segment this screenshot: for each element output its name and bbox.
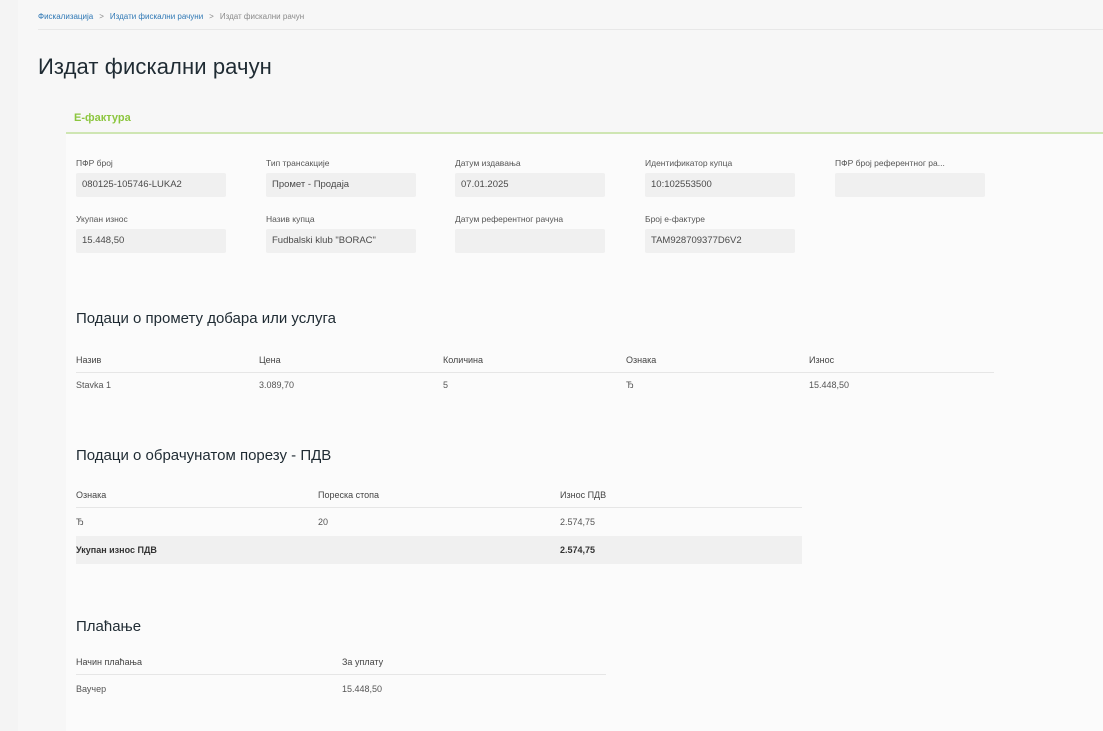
reference-date-value bbox=[455, 229, 605, 253]
issue-date-value: 07.01.2025 bbox=[455, 173, 605, 197]
payment-table: Начин плаћања За уплату Ваучер 15.448,50 bbox=[76, 650, 606, 703]
e-invoice-number-field: Број е-фактуре TAM928709377D6V2 bbox=[645, 213, 795, 253]
tab-e-invoice[interactable]: Е-фактура bbox=[74, 112, 131, 124]
total-amount-label: Укупан износ bbox=[76, 214, 128, 224]
table-header: Назив Цена Количина Ознака Износ bbox=[76, 348, 994, 373]
buyer-id-field: Идентификатор купца 10:102553500 bbox=[645, 157, 795, 197]
header-divider bbox=[38, 29, 1103, 30]
breadcrumb-issued-receipts[interactable]: Издати фискални рачуни bbox=[110, 12, 203, 21]
item-price: 3.089,70 bbox=[259, 380, 295, 390]
tax-total-label: Укупан износ ПДВ bbox=[76, 545, 157, 555]
pfr-number-label: ПФР број bbox=[76, 158, 113, 168]
item-amount: 15.448,50 bbox=[809, 380, 850, 390]
column-header: Износ ПДВ bbox=[560, 490, 607, 500]
issue-date-label: Датум издавања bbox=[455, 158, 521, 168]
breadcrumb-separator: > bbox=[99, 12, 104, 21]
total-amount-field: Укупан износ 15.448,50 bbox=[76, 213, 226, 253]
table-row: Ђ 20 2.574,75 bbox=[76, 508, 802, 536]
reference-pfr-label: ПФР број референтног ра... bbox=[835, 158, 945, 168]
column-header: Количина bbox=[443, 355, 484, 365]
payment-section-title: Плаћање bbox=[76, 618, 142, 635]
e-invoice-number-value: TAM928709377D6V2 bbox=[645, 229, 795, 253]
breadcrumb: Фискализација > Издати фискални рачуни > Изд… bbox=[38, 12, 304, 21]
issue-date-field: Датум издавања 07.01.2025 bbox=[455, 157, 605, 197]
buyer-name-value: Fudbalski klub "BORAC" bbox=[266, 229, 416, 253]
tax-total-row: Укупан износ ПДВ 2.574,75 bbox=[76, 536, 802, 564]
table-header: Начин плаћања За уплату bbox=[76, 650, 606, 675]
tax-table: Ознака Пореска стопа Износ ПДВ Ђ 20 2.57… bbox=[76, 483, 802, 564]
column-header: Пореска стопа bbox=[318, 490, 380, 500]
reference-pfr-value bbox=[835, 173, 985, 197]
column-header: Ознака bbox=[76, 490, 107, 500]
tax-section-title: Подаци о обрачунатом порезу - ПДВ bbox=[76, 447, 332, 464]
section-divider bbox=[66, 132, 1103, 134]
item-quantity: 5 bbox=[443, 380, 449, 390]
column-header: За уплату bbox=[342, 657, 384, 667]
reference-date-field: Датум референтног рачуна bbox=[455, 213, 605, 253]
column-header: Износ bbox=[809, 355, 835, 365]
transaction-type-label: Тип трансакције bbox=[266, 158, 330, 168]
item-name: Stavka 1 bbox=[76, 380, 112, 390]
column-header: Назив bbox=[76, 355, 102, 365]
pfr-number-field: ПФР број 080125-105746-LUKA2 bbox=[76, 157, 226, 197]
tax-amount: 2.574,75 bbox=[560, 517, 596, 527]
buyer-name-field: Назив купца Fudbalski klub "BORAC" bbox=[266, 213, 416, 253]
buyer-name-label: Назив купца bbox=[266, 214, 315, 224]
reference-date-label: Датум референтног рачуна bbox=[455, 214, 564, 224]
e-invoice-number-label: Број е-фактуре bbox=[645, 214, 705, 224]
item-tax-label: Ђ bbox=[626, 380, 634, 390]
tax-total-value: 2.574,75 bbox=[560, 545, 596, 555]
payment-amount: 15.448,50 bbox=[342, 684, 383, 694]
transaction-type-value: Промет - Продаја bbox=[266, 173, 416, 197]
pfr-number-value: 080125-105746-LUKA2 bbox=[76, 173, 226, 197]
reference-pfr-field: ПФР број референтног ра... bbox=[835, 157, 985, 197]
items-table: Назив Цена Количина Ознака Износ Stavka … bbox=[76, 348, 994, 397]
total-amount-value: 15.448,50 bbox=[76, 229, 226, 253]
table-row: Stavka 1 3.089,70 5 Ђ 15.448,50 bbox=[76, 373, 994, 397]
tax-rate: 20 bbox=[318, 517, 329, 527]
items-section-title: Подаци о промету добара или услуга bbox=[76, 310, 336, 327]
column-header: Ознака bbox=[626, 355, 657, 365]
buyer-id-value: 10:102553500 bbox=[645, 173, 795, 197]
transaction-type-field: Тип трансакције Промет - Продаја bbox=[266, 157, 416, 197]
breadcrumb-separator: > bbox=[209, 12, 214, 21]
payment-method: Ваучер bbox=[76, 684, 107, 694]
page-title: Издат фискални рачун bbox=[38, 54, 272, 79]
tax-label: Ђ bbox=[76, 517, 84, 527]
table-row: Ваучер 15.448,50 bbox=[76, 675, 606, 703]
breadcrumb-current: Издат фискални рачун bbox=[219, 12, 305, 21]
column-header: Начин плаћања bbox=[76, 657, 142, 667]
breadcrumb-fiscalization[interactable]: Фискализација bbox=[38, 12, 93, 21]
column-header: Цена bbox=[259, 355, 281, 365]
table-header: Ознака Пореска стопа Износ ПДВ bbox=[76, 483, 802, 508]
buyer-id-label: Идентификатор купца bbox=[645, 158, 733, 168]
